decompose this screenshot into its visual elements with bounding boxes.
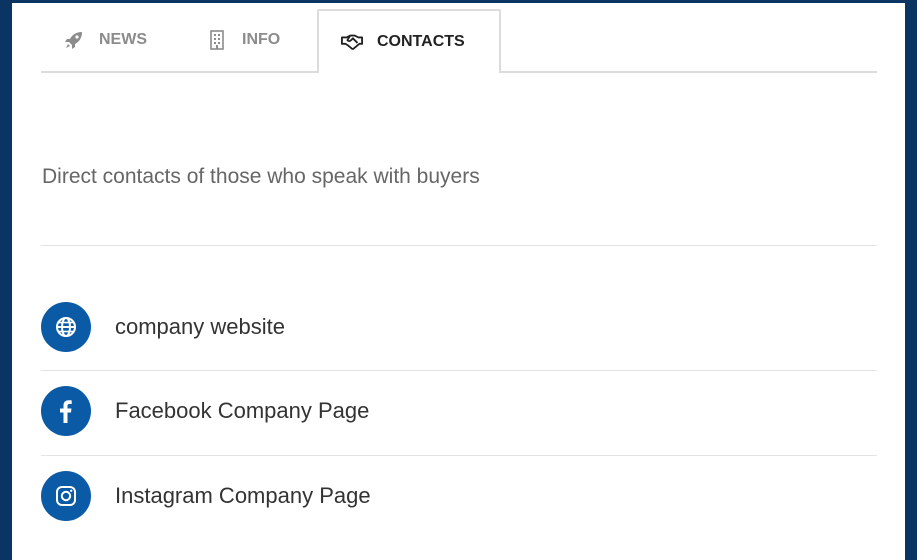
contact-label: Facebook Company Page: [115, 398, 370, 423]
contact-facebook-page[interactable]: Facebook Company Page: [41, 385, 877, 437]
description-text: Direct contacts of those who speak with …: [42, 165, 480, 188]
rocket-icon: [63, 29, 85, 51]
tab-news-label: NEWS: [99, 31, 147, 48]
contact-instagram-page[interactable]: Instagram Company Page: [41, 470, 877, 522]
contact-divider: [41, 370, 877, 371]
building-icon: [206, 29, 228, 51]
contact-company-website[interactable]: company website: [41, 301, 877, 353]
handshake-icon: [341, 31, 363, 53]
contact-label: company website: [115, 314, 285, 339]
contact-label: Instagram Company Page: [115, 483, 371, 508]
globe-icon: [41, 302, 91, 352]
tab-info-label: INFO: [242, 31, 281, 48]
tab-bar: NEWS INFO CONTACTS: [41, 9, 877, 73]
tab-contacts-label: CONTACTS: [377, 33, 465, 50]
tab-contacts[interactable]: CONTACTS: [317, 9, 501, 73]
facebook-icon: [41, 386, 91, 436]
section-divider: [41, 245, 877, 246]
tab-info[interactable]: INFO: [206, 9, 326, 71]
tab-news[interactable]: NEWS: [63, 9, 183, 71]
contact-divider: [41, 455, 877, 456]
instagram-icon: [41, 471, 91, 521]
contacts-panel: NEWS INFO CONTACTS Direct contacts of th…: [12, 3, 905, 560]
